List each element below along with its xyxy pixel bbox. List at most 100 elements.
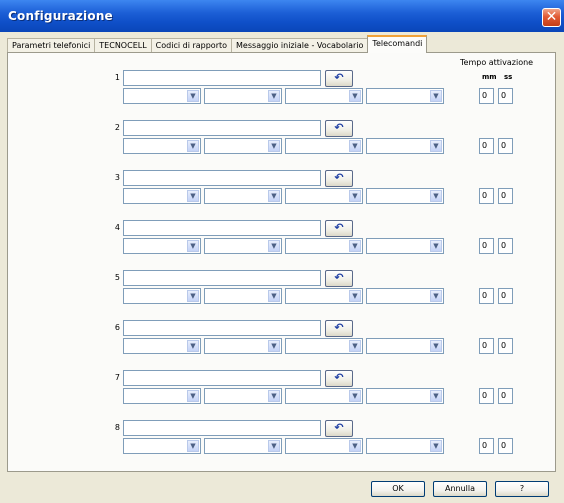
minutes-input-3[interactable]: 0 — [479, 188, 494, 204]
action-select-1-4[interactable]: ▼ — [366, 88, 444, 104]
action-select-8-1[interactable]: ▼ — [123, 438, 201, 454]
reset-button-4[interactable]: ↶ — [325, 220, 353, 237]
chevron-down-icon[interactable]: ▼ — [430, 340, 442, 352]
action-select-2-1[interactable]: ▼ — [123, 138, 201, 154]
seconds-input-2[interactable]: 0 — [498, 138, 513, 154]
command-input-1[interactable] — [123, 70, 321, 86]
help-button[interactable]: ? — [495, 481, 549, 497]
action-select-6-3[interactable]: ▼ — [285, 338, 363, 354]
tab-parametri-telefonici[interactable]: Parametri telefonici — [7, 38, 96, 53]
minutes-input-4[interactable]: 0 — [479, 238, 494, 254]
chevron-down-icon[interactable]: ▼ — [430, 90, 442, 102]
minutes-input-1[interactable]: 0 — [479, 88, 494, 104]
reset-button-7[interactable]: ↶ — [325, 370, 353, 387]
action-select-3-4[interactable]: ▼ — [366, 188, 444, 204]
action-select-2-3[interactable]: ▼ — [285, 138, 363, 154]
chevron-down-icon[interactable]: ▼ — [268, 290, 280, 302]
action-select-8-3[interactable]: ▼ — [285, 438, 363, 454]
chevron-down-icon[interactable]: ▼ — [187, 440, 199, 452]
chevron-down-icon[interactable]: ▼ — [349, 140, 361, 152]
chevron-down-icon[interactable]: ▼ — [268, 240, 280, 252]
action-select-5-1[interactable]: ▼ — [123, 288, 201, 304]
chevron-down-icon[interactable]: ▼ — [187, 190, 199, 202]
reset-button-6[interactable]: ↶ — [325, 320, 353, 337]
action-select-7-1[interactable]: ▼ — [123, 388, 201, 404]
action-select-7-4[interactable]: ▼ — [366, 388, 444, 404]
seconds-input-3[interactable]: 0 — [498, 188, 513, 204]
tab-codici-di-rapporto[interactable]: Codici di rapporto — [150, 38, 233, 53]
chevron-down-icon[interactable]: ▼ — [187, 340, 199, 352]
action-select-5-4[interactable]: ▼ — [366, 288, 444, 304]
reset-button-1[interactable]: ↶ — [325, 70, 353, 87]
action-select-7-3[interactable]: ▼ — [285, 388, 363, 404]
chevron-down-icon[interactable]: ▼ — [268, 340, 280, 352]
chevron-down-icon[interactable]: ▼ — [268, 390, 280, 402]
chevron-down-icon[interactable]: ▼ — [430, 290, 442, 302]
reset-button-8[interactable]: ↶ — [325, 420, 353, 437]
action-select-6-1[interactable]: ▼ — [123, 338, 201, 354]
chevron-down-icon[interactable]: ▼ — [187, 140, 199, 152]
action-select-4-4[interactable]: ▼ — [366, 238, 444, 254]
reset-button-2[interactable]: ↶ — [325, 120, 353, 137]
tab-telecomandi[interactable]: Telecomandi — [367, 35, 428, 53]
command-input-3[interactable] — [123, 170, 321, 186]
action-select-2-2[interactable]: ▼ — [204, 138, 282, 154]
reset-button-3[interactable]: ↶ — [325, 170, 353, 187]
seconds-input-1[interactable]: 0 — [498, 88, 513, 104]
minutes-input-2[interactable]: 0 — [479, 138, 494, 154]
cancel-button[interactable]: Annulla — [433, 481, 487, 497]
seconds-input-5[interactable]: 0 — [498, 288, 513, 304]
minutes-input-7[interactable]: 0 — [479, 388, 494, 404]
chevron-down-icon[interactable]: ▼ — [430, 390, 442, 402]
action-select-7-2[interactable]: ▼ — [204, 388, 282, 404]
chevron-down-icon[interactable]: ▼ — [430, 240, 442, 252]
action-select-6-2[interactable]: ▼ — [204, 338, 282, 354]
tab-messaggio-iniziale[interactable]: Messaggio iniziale - Vocabolario — [231, 38, 369, 53]
minutes-input-5[interactable]: 0 — [479, 288, 494, 304]
seconds-input-7[interactable]: 0 — [498, 388, 513, 404]
minutes-input-6[interactable]: 0 — [479, 338, 494, 354]
seconds-input-6[interactable]: 0 — [498, 338, 513, 354]
seconds-input-4[interactable]: 0 — [498, 238, 513, 254]
tab-tecnocell[interactable]: TECNOCELL — [94, 38, 152, 53]
command-input-6[interactable] — [123, 320, 321, 336]
title-bar[interactable]: Configurazione ✕ — [0, 0, 564, 32]
chevron-down-icon[interactable]: ▼ — [349, 240, 361, 252]
seconds-input-8[interactable]: 0 — [498, 438, 513, 454]
ok-button[interactable]: OK — [371, 481, 425, 497]
action-select-3-1[interactable]: ▼ — [123, 188, 201, 204]
action-select-1-3[interactable]: ▼ — [285, 88, 363, 104]
chevron-down-icon[interactable]: ▼ — [349, 340, 361, 352]
chevron-down-icon[interactable]: ▼ — [268, 440, 280, 452]
action-select-4-1[interactable]: ▼ — [123, 238, 201, 254]
command-input-2[interactable] — [123, 120, 321, 136]
chevron-down-icon[interactable]: ▼ — [268, 190, 280, 202]
action-select-3-2[interactable]: ▼ — [204, 188, 282, 204]
action-select-6-4[interactable]: ▼ — [366, 338, 444, 354]
action-select-8-2[interactable]: ▼ — [204, 438, 282, 454]
chevron-down-icon[interactable]: ▼ — [349, 90, 361, 102]
action-select-4-3[interactable]: ▼ — [285, 238, 363, 254]
minutes-input-8[interactable]: 0 — [479, 438, 494, 454]
command-input-7[interactable] — [123, 370, 321, 386]
chevron-down-icon[interactable]: ▼ — [349, 190, 361, 202]
chevron-down-icon[interactable]: ▼ — [430, 140, 442, 152]
chevron-down-icon[interactable]: ▼ — [349, 390, 361, 402]
action-select-1-2[interactable]: ▼ — [204, 88, 282, 104]
action-select-3-3[interactable]: ▼ — [285, 188, 363, 204]
chevron-down-icon[interactable]: ▼ — [349, 440, 361, 452]
action-select-4-2[interactable]: ▼ — [204, 238, 282, 254]
chevron-down-icon[interactable]: ▼ — [187, 290, 199, 302]
chevron-down-icon[interactable]: ▼ — [187, 90, 199, 102]
chevron-down-icon[interactable]: ▼ — [430, 440, 442, 452]
chevron-down-icon[interactable]: ▼ — [349, 290, 361, 302]
action-select-8-4[interactable]: ▼ — [366, 438, 444, 454]
chevron-down-icon[interactable]: ▼ — [187, 390, 199, 402]
command-input-5[interactable] — [123, 270, 321, 286]
reset-button-5[interactable]: ↶ — [325, 270, 353, 287]
command-input-4[interactable] — [123, 220, 321, 236]
chevron-down-icon[interactable]: ▼ — [268, 140, 280, 152]
chevron-down-icon[interactable]: ▼ — [187, 240, 199, 252]
command-input-8[interactable] — [123, 420, 321, 436]
chevron-down-icon[interactable]: ▼ — [430, 190, 442, 202]
